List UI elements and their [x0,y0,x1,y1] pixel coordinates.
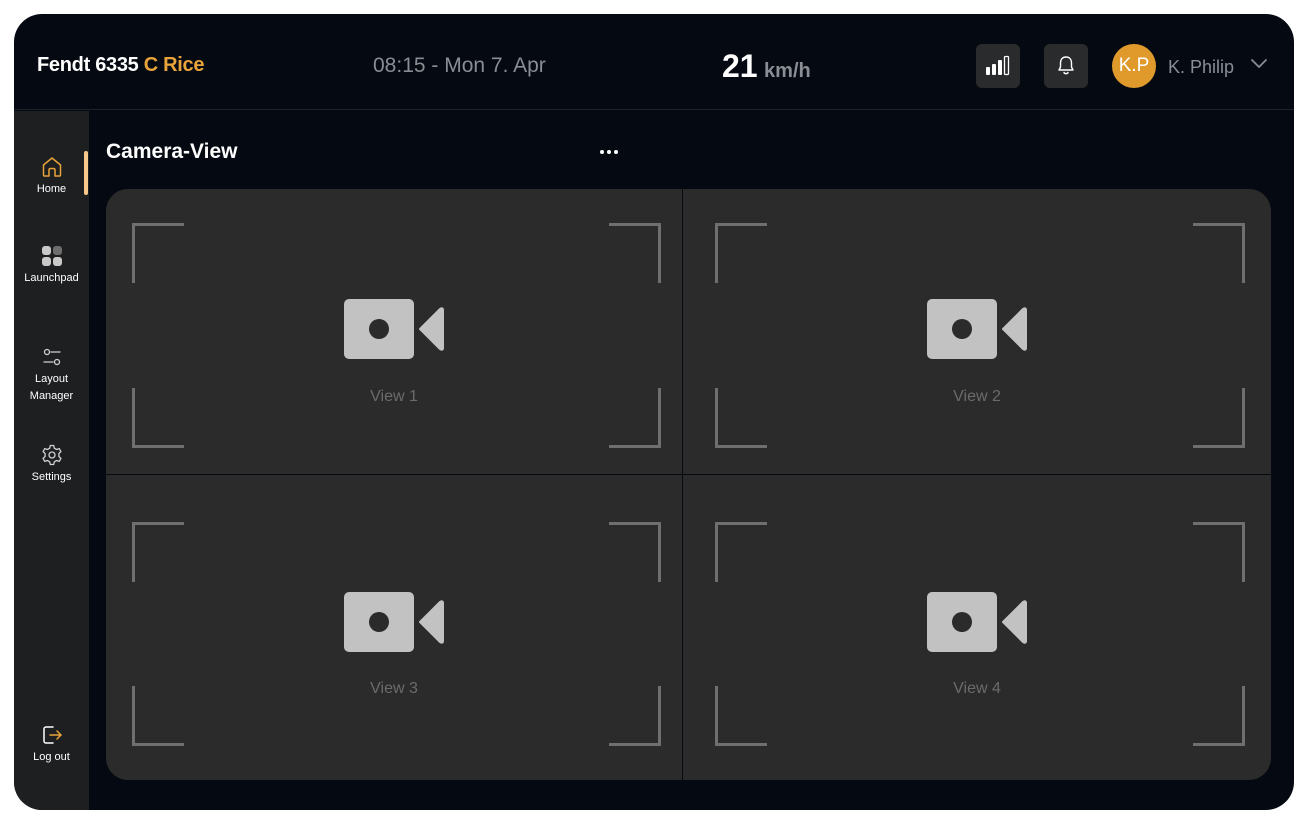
video-camera-icon [344,299,444,359]
corner-bottom-left [132,388,184,448]
vehicle-title: Fendt 6335 C Rice [37,54,205,77]
corner-top-right [1193,223,1245,283]
vehicle-name: Fendt 6335 [37,54,139,76]
sidebar-item-label: Launchpad [24,272,79,284]
sidebar-item-label: Layout Manager [29,373,74,402]
corner-top-left [715,522,767,582]
logout-button[interactable]: Log out [14,723,89,766]
sidebar-item-label: Settings [31,471,72,483]
corner-bottom-right [609,686,661,746]
grid-icon [41,246,62,266]
avatar[interactable]: K.P [1112,44,1156,88]
corner-bottom-left [715,686,767,746]
camera-view-3[interactable]: View 3 [106,475,682,780]
corner-top-right [609,522,661,582]
vehicle-variant: C Rice [143,54,205,76]
corner-top-left [132,223,184,283]
camera-view-label: View 4 [953,680,1001,697]
camera-view-label: View 2 [953,388,1001,405]
home-icon [42,157,61,177]
date-time: 08:15 - Mon 7. Apr [373,54,546,77]
video-camera-icon [927,299,1027,359]
corner-top-right [1193,522,1245,582]
notifications-button[interactable] [1044,44,1088,88]
corner-bottom-left [132,686,184,746]
signal-button[interactable] [976,44,1020,88]
corner-top-right [609,223,661,283]
sidebar: Home Launchpad Layout Manager Settings L… [14,111,89,810]
camera-view-4[interactable]: View 4 [683,475,1271,780]
app-frame: Fendt 6335 C Rice 08:15 - Mon 7. Apr 21 … [14,14,1294,810]
camera-view-label: View 3 [370,680,418,697]
speed-unit: km/h [764,60,811,82]
corner-top-left [132,522,184,582]
logout-icon [42,726,62,744]
corner-bottom-right [1193,686,1245,746]
user-name[interactable]: K. Philip [1168,57,1234,78]
speed-readout: 21 km/h [722,48,811,85]
signal-bars-icon [986,55,1010,76]
sidebar-item-launchpad[interactable]: Launchpad [14,244,89,287]
video-camera-icon [927,592,1027,652]
video-camera-icon [344,592,444,652]
speed-value: 21 [722,48,758,84]
camera-grid: View 1 View 2 View 3 View 4 [106,189,1271,780]
sidebar-item-settings[interactable]: Settings [14,443,89,486]
sidebar-item-home[interactable]: Home [14,155,89,198]
sliders-icon [42,348,61,366]
page-title: Camera-View [106,140,238,163]
more-horizontal-icon[interactable] [597,144,621,160]
top-bar: Fendt 6335 C Rice 08:15 - Mon 7. Apr 21 … [14,14,1294,110]
corner-bottom-right [609,388,661,448]
camera-view-2[interactable]: View 2 [683,189,1271,474]
corner-bottom-left [715,388,767,448]
logout-label: Log out [33,751,70,763]
corner-top-left [715,223,767,283]
bell-icon [1058,56,1074,75]
sidebar-item-label: Home [36,183,67,195]
corner-bottom-right [1193,388,1245,448]
camera-view-1[interactable]: View 1 [106,189,682,474]
sidebar-item-layout-manager[interactable]: Layout Manager [14,345,89,405]
camera-view-label: View 1 [370,388,418,405]
gear-icon [41,444,62,466]
chevron-down-icon[interactable] [1250,58,1268,70]
